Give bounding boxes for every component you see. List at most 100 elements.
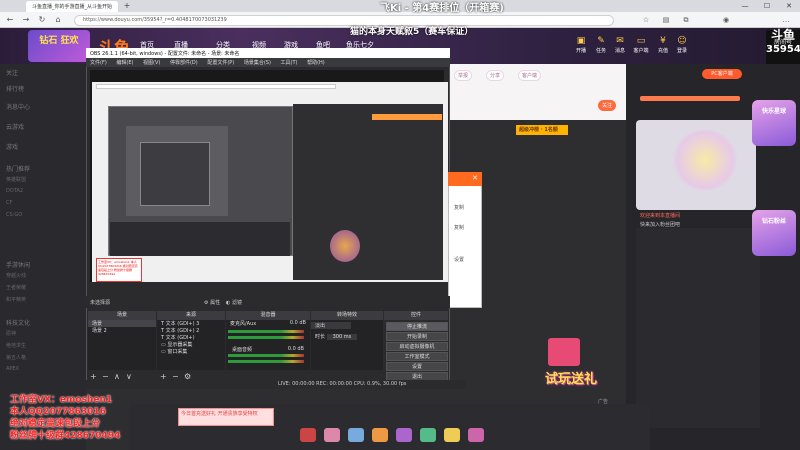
forward-icon[interactable]: → xyxy=(20,14,32,26)
sidebar-grid-11[interactable]: APEX xyxy=(6,366,86,372)
gift-icon[interactable] xyxy=(420,428,436,442)
dialog-item[interactable]: 复制 xyxy=(454,204,464,211)
sidebar-item-rank[interactable]: 排行榜 xyxy=(6,84,86,93)
chat-list[interactable] xyxy=(636,228,760,428)
sidebar-grid-5[interactable]: 穿越火线 xyxy=(6,272,86,279)
sidebar-item-hot[interactable]: 热门推荐 xyxy=(6,164,86,173)
minimize-icon[interactable]: — xyxy=(734,0,756,12)
menu-tools[interactable]: 工具(T) xyxy=(281,60,298,66)
menu-edit[interactable]: 编辑(E) xyxy=(116,60,133,66)
scene-item[interactable]: 场景 2 xyxy=(88,327,156,334)
sidebar-item-culture[interactable]: 科技文化 xyxy=(6,318,86,327)
duration-input[interactable]: 300 ms xyxy=(326,334,358,340)
sidebar-grid-1[interactable]: 英雄联盟 xyxy=(6,176,86,183)
task-icon[interactable]: ✎ xyxy=(591,36,611,46)
new-tab-button[interactable]: + xyxy=(122,1,132,11)
broadcast-icon[interactable]: ▣ xyxy=(571,36,591,46)
pc-client-badge[interactable]: PC客户端 xyxy=(702,69,742,79)
scene-item[interactable]: 场景 xyxy=(88,320,156,327)
dialog-item[interactable]: 复制 xyxy=(454,224,464,231)
share-button[interactable]: 分享 xyxy=(486,70,505,81)
volume-slider[interactable] xyxy=(228,360,304,363)
studio-mode-button[interactable]: 工作室模式 xyxy=(386,352,448,361)
menu-icon[interactable]: … xyxy=(780,14,792,26)
gift-icon[interactable] xyxy=(468,428,484,442)
preview-stream-area xyxy=(293,104,443,280)
sidebar-item-mobile[interactable]: 手游休闲 xyxy=(6,260,86,269)
menu-view[interactable]: 视图(V) xyxy=(143,60,160,66)
preview-contact-card: 工作室VX：emoshen1 本人QQ2077863016 绝对稳定高速包段上分… xyxy=(96,258,142,282)
sidebar-grid-4[interactable]: CS:GO xyxy=(6,212,86,218)
first-recharge-banner[interactable]: 今日首充送好礼 开通贵族享受特权 xyxy=(178,408,274,426)
properties-button[interactable]: ⚙ 属性 xyxy=(204,299,220,306)
profile-icon[interactable]: ◉ xyxy=(720,14,732,26)
obs-title-bar[interactable]: OBS 26.1.1 (64-bit, windows) - 配置文件: 未命名… xyxy=(86,48,450,58)
source-item[interactable]: T 文本 (GDI+) 3 xyxy=(157,320,225,327)
home-icon[interactable]: ⌂ xyxy=(52,14,64,26)
back-icon[interactable]: ← xyxy=(4,14,16,26)
report-button[interactable]: 举报 xyxy=(454,70,473,81)
side-ad-banner[interactable]: 钻石粉丝 xyxy=(752,210,796,256)
sidebar-item-follow[interactable]: 关注 xyxy=(6,68,86,77)
room-watermark: 斗鱼 房间号 35954 xyxy=(766,29,800,64)
mixer-channel-db: 0.0 dB xyxy=(287,346,304,352)
dialog-item[interactable]: 设置 xyxy=(454,256,464,263)
sidebar-item-games[interactable]: 游戏 xyxy=(6,142,86,151)
virtual-camera-button[interactable]: 启动虚拟摄像机 xyxy=(386,342,448,351)
source-item[interactable]: ▭ 窗口采集 xyxy=(157,348,225,355)
sidebar-grid-6[interactable]: 王者荣耀 xyxy=(6,284,86,291)
volume-slider[interactable] xyxy=(228,336,304,339)
sidebar-grid-10[interactable]: 第五人格 xyxy=(6,354,86,361)
audio-meter xyxy=(228,354,304,357)
gift-icon[interactable] xyxy=(396,428,412,442)
client-label: 客户端 xyxy=(633,48,649,54)
controls-dock-header: 控件 xyxy=(384,311,448,320)
stop-streaming-button[interactable]: 停止推流 xyxy=(386,322,448,331)
client-icon[interactable]: ▭ xyxy=(631,36,651,46)
start-recording-button[interactable]: 开始录制 xyxy=(386,332,448,341)
follow-button[interactable]: 关注 xyxy=(598,100,617,111)
sidebar-grid-3[interactable]: CF xyxy=(6,200,86,206)
side-ad-banner[interactable]: 快乐星球 xyxy=(752,100,796,146)
rank-promo-bar[interactable]: 超级冲榜 · 1名额 xyxy=(516,125,568,135)
menu-docks[interactable]: 停靠部件(D) xyxy=(170,60,198,66)
gift-icon[interactable] xyxy=(348,428,364,442)
settings-button[interactable]: 设置 xyxy=(386,362,448,371)
mixer-channel-name: 桌面音频 xyxy=(232,347,253,353)
browser-tab-active[interactable]: 斗鱼直播_你的手游直播_从斗鱼开始 xyxy=(26,1,118,12)
gift-icon[interactable] xyxy=(300,428,316,442)
diamond-promo-banner[interactable]: 钻石 狂欢 xyxy=(28,30,90,62)
source-item[interactable]: T 文本 (GDI+) xyxy=(157,334,225,341)
menu-file[interactable]: 文件(F) xyxy=(90,60,107,66)
menu-help[interactable]: 帮助(H) xyxy=(307,60,325,66)
client-button[interactable]: 客户端 xyxy=(518,70,542,81)
sidebar-grid-7[interactable]: 和平精英 xyxy=(6,296,86,303)
sidebar-grid-2[interactable]: DOTA2 xyxy=(6,188,86,194)
extensions-icon[interactable]: ⧉ xyxy=(680,14,692,26)
sidebar-grid-9[interactable]: 绝地求生 xyxy=(6,342,86,349)
sidebar-item-messages[interactable]: 消息中心 xyxy=(6,102,86,111)
promo-line-4: 粉丝牌十级群428670494 xyxy=(10,431,121,441)
trial-gift-banner[interactable]: 试玩送礼 xyxy=(533,368,609,387)
sidebar-grid-8[interactable]: 原神 xyxy=(6,330,86,337)
gift-icon[interactable] xyxy=(324,428,340,442)
gift-icon[interactable] xyxy=(444,428,460,442)
menu-scene-collection[interactable]: 场景集合(S) xyxy=(244,60,271,66)
message-icon[interactable]: ✉ xyxy=(610,36,630,46)
collections-icon[interactable]: ▤ xyxy=(660,14,672,26)
gift-icon[interactable] xyxy=(372,428,388,442)
menu-profile[interactable]: 配置文件(P) xyxy=(207,60,234,66)
refresh-icon[interactable]: ↻ xyxy=(36,14,48,26)
ad-label: 广告 xyxy=(598,399,609,405)
maximize-icon[interactable]: ☐ xyxy=(756,0,778,12)
close-icon[interactable]: ✕ xyxy=(778,0,800,12)
source-item[interactable]: T 文本 (GDI+) 2 xyxy=(157,327,225,334)
filters-button[interactable]: ◐ 滤镜 xyxy=(226,299,242,306)
close-icon[interactable]: ✕ xyxy=(471,174,479,182)
recharge-icon[interactable]: ¥ xyxy=(653,36,673,46)
star-icon[interactable]: ☆ xyxy=(640,14,652,26)
transition-select[interactable]: 淡出 xyxy=(311,322,351,329)
login-icon[interactable]: ☺ xyxy=(672,36,692,46)
sidebar-item-cloud[interactable]: 云游戏 xyxy=(6,122,86,131)
source-item[interactable]: ▭ 显示器采集 xyxy=(157,341,225,348)
